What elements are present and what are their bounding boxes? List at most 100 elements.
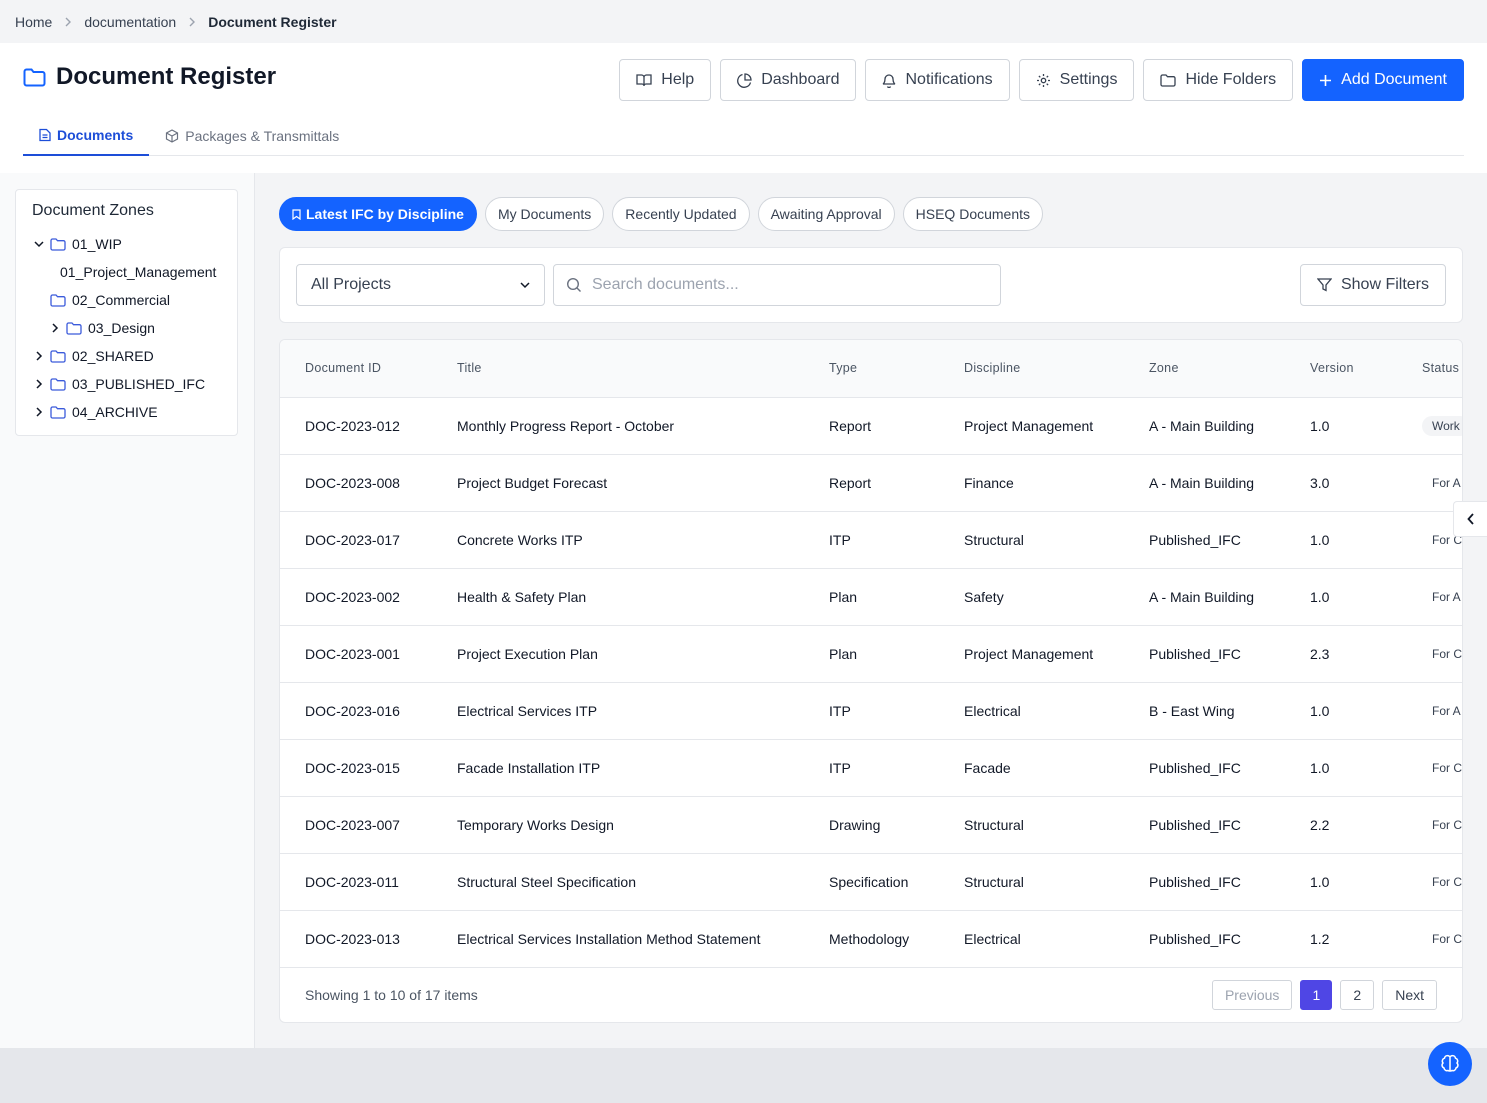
chevron-right-icon bbox=[64, 17, 72, 27]
chevron-down-icon[interactable] bbox=[34, 240, 44, 248]
hide-folders-label: Hide Folders bbox=[1185, 71, 1277, 88]
add-document-label: Add Document bbox=[1341, 71, 1447, 88]
pill-hseq-documents[interactable]: HSEQ Documents bbox=[902, 197, 1044, 231]
cell-type: Drawing bbox=[804, 796, 939, 854]
cell-version: 3.0 bbox=[1285, 454, 1397, 512]
next-page-button[interactable]: Next bbox=[1382, 979, 1437, 1010]
cell-document-id: DOC-2023-001 bbox=[280, 625, 432, 683]
tree-item-01-project-management[interactable]: 01_Project_Management bbox=[60, 262, 216, 282]
tab-documents[interactable]: Documents bbox=[23, 115, 150, 156]
chevron-right-icon[interactable] bbox=[50, 323, 60, 333]
assistant-button[interactable] bbox=[1428, 1042, 1472, 1086]
pill-my-documents[interactable]: My Documents bbox=[484, 197, 605, 231]
chevron-right-icon[interactable] bbox=[34, 379, 44, 389]
status-badge: For C bbox=[1432, 931, 1462, 946]
pill-latest-ifc[interactable]: Latest IFC by Discipline bbox=[279, 197, 477, 231]
column-header-status[interactable]: Status bbox=[1397, 340, 1462, 398]
page-title: Document Register bbox=[56, 63, 277, 90]
cell-zone: A - Main Building bbox=[1124, 397, 1285, 455]
documents-table: Document ID Title Type Discipline Zone V… bbox=[280, 340, 1462, 968]
table-row[interactable]: DOC-2023-013 Electrical Services Install… bbox=[280, 910, 1462, 968]
plus-icon bbox=[1319, 74, 1332, 87]
cell-document-id: DOC-2023-002 bbox=[280, 568, 432, 626]
cell-discipline: Project Management bbox=[939, 397, 1124, 455]
bell-icon bbox=[882, 73, 896, 88]
hide-folders-button[interactable]: Hide Folders bbox=[1143, 59, 1294, 101]
pill-recently-updated[interactable]: Recently Updated bbox=[612, 197, 750, 231]
bookmark-icon bbox=[292, 208, 301, 220]
breadcrumb-home[interactable]: Home bbox=[15, 14, 52, 30]
project-select[interactable]: All Projects bbox=[296, 264, 545, 306]
column-header-zone[interactable]: Zone bbox=[1124, 340, 1285, 398]
cell-type: Plan bbox=[804, 625, 939, 683]
collapse-panel-button[interactable] bbox=[1453, 501, 1487, 537]
column-header-title[interactable]: Title bbox=[432, 340, 804, 398]
show-filters-button[interactable]: Show Filters bbox=[1299, 264, 1446, 306]
table-row[interactable]: DOC-2023-001 Project Execution Plan Plan… bbox=[280, 625, 1462, 683]
chevron-left-icon bbox=[1466, 513, 1475, 525]
cell-title: Concrete Works ITP bbox=[432, 511, 804, 569]
cell-version: 2.3 bbox=[1285, 625, 1397, 683]
add-document-button[interactable]: Add Document bbox=[1302, 59, 1464, 101]
page-button-2[interactable]: 2 bbox=[1340, 979, 1375, 1010]
table-row[interactable]: DOC-2023-002 Health & Safety Plan Plan S… bbox=[280, 568, 1462, 626]
cell-type: Report bbox=[804, 397, 939, 455]
cell-status: For A bbox=[1397, 568, 1462, 626]
cell-version: 1.0 bbox=[1285, 739, 1397, 797]
settings-label: Settings bbox=[1059, 71, 1118, 88]
table-row[interactable]: DOC-2023-017 Concrete Works ITP ITP Stru… bbox=[280, 511, 1462, 569]
cell-zone: A - Main Building bbox=[1124, 568, 1285, 626]
tree-item-01-wip[interactable]: 01_WIP bbox=[34, 234, 122, 254]
page-button-1[interactable]: 1 bbox=[1300, 979, 1333, 1010]
table-row[interactable]: DOC-2023-016 Electrical Services ITP ITP… bbox=[280, 682, 1462, 740]
table-row[interactable]: DOC-2023-007 Temporary Works Design Draw… bbox=[280, 796, 1462, 854]
quick-filter-pills: Latest IFC by Discipline My Documents Re… bbox=[279, 197, 1044, 231]
cell-document-id: DOC-2023-008 bbox=[280, 454, 432, 512]
document-zones-panel: Document Zones 01_WIP 01_Project_Managem… bbox=[15, 189, 238, 436]
tree-item-03-published-ifc[interactable]: 03_PUBLISHED_IFC bbox=[34, 374, 205, 394]
cell-zone: Published_IFC bbox=[1124, 796, 1285, 854]
cell-discipline: Electrical bbox=[939, 910, 1124, 968]
column-header-document-id[interactable]: Document ID bbox=[280, 340, 432, 398]
column-header-discipline[interactable]: Discipline bbox=[939, 340, 1124, 398]
breadcrumb-documentation[interactable]: documentation bbox=[84, 14, 176, 30]
help-button[interactable]: Help bbox=[619, 59, 712, 101]
cell-type: Plan bbox=[804, 568, 939, 626]
cell-document-id: DOC-2023-017 bbox=[280, 511, 432, 569]
tab-bar: Documents Packages & Transmittals bbox=[23, 115, 1464, 156]
previous-page-button[interactable]: Previous bbox=[1211, 979, 1293, 1010]
tree-item-04-archive[interactable]: 04_ARCHIVE bbox=[34, 402, 158, 422]
search-input[interactable] bbox=[592, 276, 972, 294]
pagination: Previous 1 2 Next bbox=[1211, 979, 1437, 1010]
cell-title: Electrical Services Installation Method … bbox=[432, 910, 804, 968]
cell-type: ITP bbox=[804, 739, 939, 797]
chevron-right-icon[interactable] bbox=[34, 351, 44, 361]
column-header-type[interactable]: Type bbox=[804, 340, 939, 398]
tree-item-02-commercial[interactable]: 02_Commercial bbox=[50, 290, 170, 310]
notifications-button[interactable]: Notifications bbox=[865, 59, 1010, 101]
tab-packages[interactable]: Packages & Transmittals bbox=[149, 115, 355, 156]
table-row[interactable]: DOC-2023-012 Monthly Progress Report - O… bbox=[280, 397, 1462, 455]
cell-version: 1.0 bbox=[1285, 682, 1397, 740]
cell-zone: Published_IFC bbox=[1124, 511, 1285, 569]
table-row[interactable]: DOC-2023-015 Facade Installation ITP ITP… bbox=[280, 739, 1462, 797]
cell-type: Methodology bbox=[804, 910, 939, 968]
tree-item-03-design[interactable]: 03_Design bbox=[50, 318, 155, 338]
table-row[interactable]: DOC-2023-011 Structural Steel Specificat… bbox=[280, 853, 1462, 911]
chevron-right-icon[interactable] bbox=[34, 407, 44, 417]
settings-button[interactable]: Settings bbox=[1018, 59, 1135, 101]
show-filters-label: Show Filters bbox=[1340, 276, 1429, 293]
main-area: Document Zones 01_WIP 01_Project_Managem… bbox=[0, 173, 1487, 1048]
table-row[interactable]: DOC-2023-008 Project Budget Forecast Rep… bbox=[280, 454, 1462, 512]
pill-awaiting-approval[interactable]: Awaiting Approval bbox=[757, 197, 895, 231]
cell-version: 1.0 bbox=[1285, 397, 1397, 455]
status-badge: For A bbox=[1432, 475, 1461, 490]
status-badge: For C bbox=[1432, 874, 1462, 889]
cell-title: Monthly Progress Report - October bbox=[432, 397, 804, 455]
tree-item-02-shared[interactable]: 02_SHARED bbox=[34, 346, 154, 366]
dashboard-button[interactable]: Dashboard bbox=[720, 59, 857, 101]
column-header-version[interactable]: Version bbox=[1285, 340, 1397, 398]
status-badge: For A bbox=[1432, 589, 1461, 604]
search-box bbox=[553, 264, 1001, 306]
pill-label: My Documents bbox=[497, 206, 592, 222]
